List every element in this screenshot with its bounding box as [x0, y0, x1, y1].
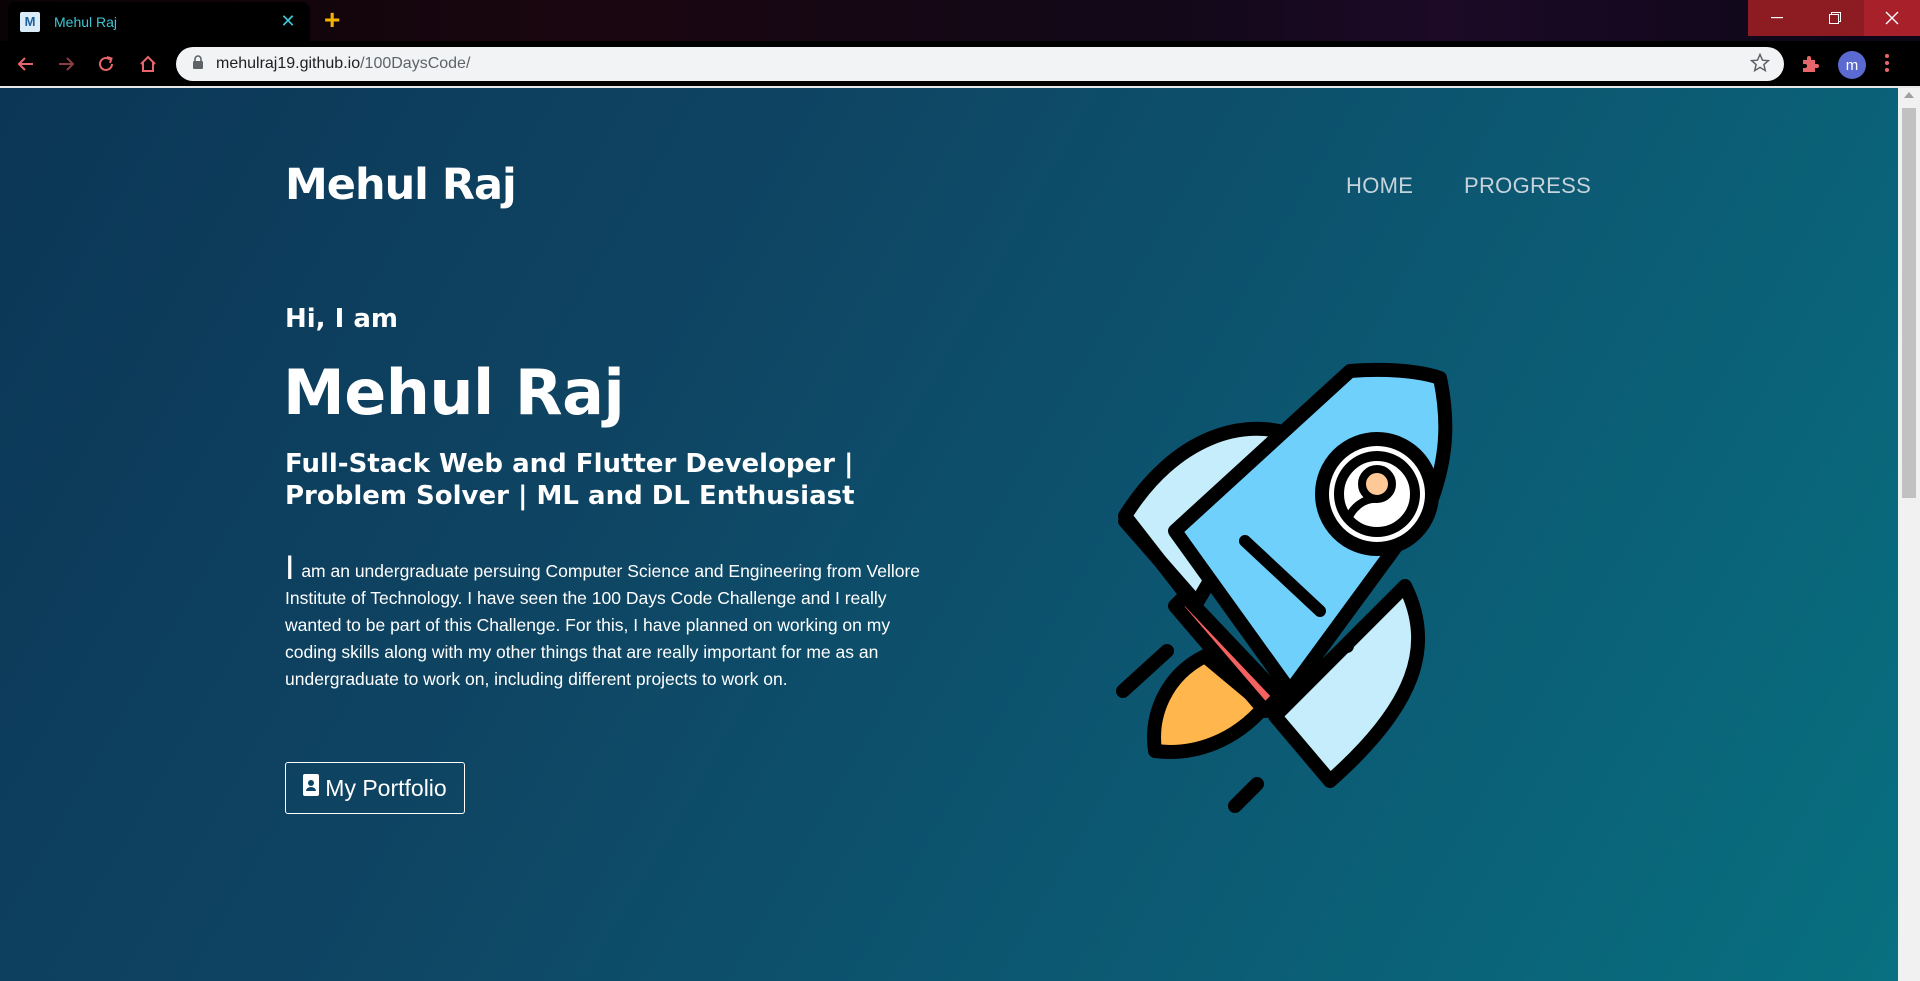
- url-host: mehulraj19.github.io: [216, 55, 361, 72]
- site-logo[interactable]: Mehul Raj: [285, 160, 517, 210]
- my-portfolio-button[interactable]: My Portfolio: [285, 762, 465, 814]
- hero-headline: Full-Stack Web and Flutter Developer | P…: [285, 448, 905, 512]
- new-tab-icon[interactable]: +: [324, 6, 340, 34]
- hero-greeting: Hi, I am: [285, 304, 398, 334]
- favicon-icon: M: [20, 11, 40, 32]
- browser-menu-icon[interactable]: [1884, 53, 1890, 78]
- nav-home-link[interactable]: HOME: [1346, 173, 1413, 199]
- scrollbar-thumb[interactable]: [1902, 108, 1916, 498]
- about-text: am an undergraduate persuing Computer Sc…: [285, 561, 921, 689]
- window-close-button[interactable]: [1864, 0, 1920, 36]
- forward-arrow-icon[interactable]: [52, 50, 80, 78]
- lock-icon: [192, 54, 204, 74]
- window-minimize-button[interactable]: [1748, 0, 1806, 36]
- hero-name: Mehul Raj: [283, 356, 625, 429]
- page-viewport: Mehul Raj HOME PROGRESS Hi, I am Mehul R…: [0, 88, 1898, 981]
- tab-close-icon[interactable]: ✕: [278, 11, 298, 32]
- nav-progress-link[interactable]: PROGRESS: [1464, 173, 1591, 199]
- headline-line-2: Problem Solver | ML and DL Enthusiast: [285, 481, 855, 511]
- tab-title: Mehul Raj: [54, 13, 118, 30]
- scroll-up-arrow-icon[interactable]: [1904, 92, 1914, 98]
- rocket-illustration: [1116, 362, 1453, 813]
- my-portfolio-label: My Portfolio: [325, 774, 447, 801]
- url-path: /100DaysCode/: [360, 55, 471, 72]
- browser-tab-active[interactable]: M Mehul Raj ✕: [8, 2, 310, 41]
- bookmark-star-icon[interactable]: [1749, 52, 1771, 78]
- about-dropcap: I: [285, 549, 295, 587]
- about-paragraph: I am an undergraduate persuing Computer …: [285, 551, 935, 693]
- home-icon[interactable]: [134, 50, 162, 78]
- window-restore-button[interactable]: [1806, 0, 1864, 36]
- back-arrow-icon[interactable]: [12, 50, 40, 78]
- address-bar[interactable]: mehulraj19.github.io/100DaysCode/: [176, 47, 1784, 81]
- id-badge-icon: [303, 774, 320, 802]
- reload-icon[interactable]: [92, 50, 120, 78]
- page-scrollbar[interactable]: [1898, 88, 1920, 981]
- browser-toolbar: mehulraj19.github.io/100DaysCode/ m: [0, 41, 1920, 88]
- extensions-puzzle-icon[interactable]: [1800, 54, 1820, 79]
- profile-avatar[interactable]: m: [1838, 51, 1866, 79]
- browser-titlebar: M Mehul Raj ✕ +: [0, 0, 1920, 41]
- headline-line-1: Full-Stack Web and Flutter Developer |: [285, 449, 854, 479]
